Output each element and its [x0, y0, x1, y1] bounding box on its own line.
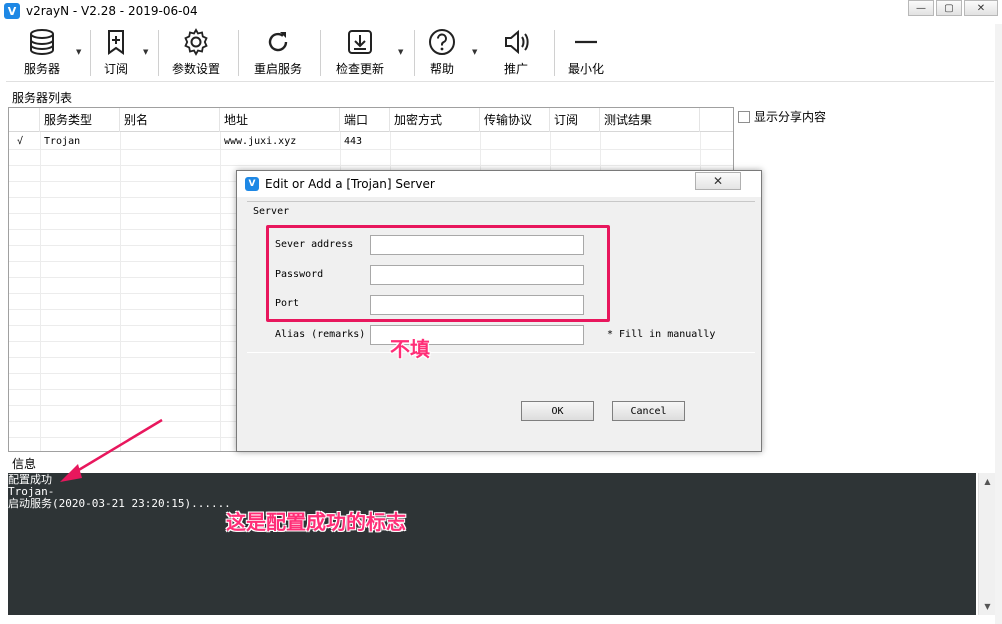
toolbar: 服务器 ▼ 订阅 ▼ 参数设置 重启服务 检查更新 ▼ 帮助 ▼ 推广 最小化	[6, 24, 994, 82]
speaker-icon	[505, 29, 529, 55]
scroll-up-icon[interactable]: ▲	[979, 473, 996, 490]
cell-type: Trojan	[44, 136, 81, 147]
v2rayn-logo-icon: V	[245, 177, 259, 191]
minimize-window-button[interactable]: —	[908, 0, 934, 16]
promote-label: 推广	[503, 62, 528, 76]
restart-service-button[interactable]: 重启服务	[254, 28, 302, 78]
column-header-encryption[interactable]: 加密方式	[390, 108, 480, 132]
column-header-alias[interactable]: 别名	[120, 108, 220, 132]
row-active-check: √	[17, 136, 24, 147]
window-edge	[995, 24, 1002, 624]
database-icon	[30, 29, 54, 56]
cell-encryption	[390, 133, 394, 150]
cell-transport	[480, 133, 484, 150]
grid-line	[40, 132, 41, 451]
column-header-transport[interactable]: 传输协议	[480, 108, 550, 132]
minimize-button[interactable]: 最小化	[568, 28, 604, 78]
window-controls: — ▢ ✕	[906, 0, 998, 16]
bookmark-icon	[108, 30, 124, 55]
scroll-down-icon[interactable]: ▼	[979, 598, 996, 615]
share-content-label: 显示分享内容	[754, 110, 827, 124]
check-update-button[interactable]: 检查更新	[336, 28, 384, 78]
column-header-port[interactable]: 端口	[340, 108, 390, 132]
help-icon	[429, 29, 455, 55]
info-group-label: 信息	[12, 457, 37, 471]
cell-subscription	[550, 133, 554, 150]
grid-line	[220, 132, 221, 451]
settings-button[interactable]: 参数设置	[172, 28, 220, 78]
column-header-subscription[interactable]: 订阅	[550, 108, 600, 132]
server-list-group-label: 服务器列表	[12, 91, 73, 105]
annotation-success-mark: 这是配置成功的标志	[226, 510, 406, 534]
toolbar-separator	[90, 30, 91, 76]
column-header-address[interactable]: 地址	[220, 108, 340, 132]
column-header-test-result[interactable]: 测试结果	[600, 108, 700, 132]
column-header-check[interactable]	[9, 108, 40, 132]
restart-service-label: 重启服务	[254, 62, 303, 76]
highlight-box	[266, 225, 610, 322]
promote-button[interactable]: 推广	[502, 28, 530, 78]
toolbar-separator	[238, 30, 239, 76]
toolbar-separator	[554, 30, 555, 76]
help-dropdown-icon[interactable]: ▼	[472, 48, 477, 56]
cell-test-result	[600, 133, 604, 150]
check-update-label: 检查更新	[336, 62, 385, 76]
log-console[interactable]: 配置成功 Trojan- 启动服务(2020-03-21 23:20:15)..…	[8, 473, 976, 615]
subscription-label: 订阅	[103, 62, 128, 76]
help-label: 帮助	[429, 62, 454, 76]
dialog-close-button[interactable]: ✕	[695, 172, 741, 190]
minimize-icon	[575, 40, 597, 44]
toolbar-separator	[414, 30, 415, 76]
servers-dropdown-icon[interactable]: ▼	[76, 48, 81, 56]
table-row[interactable]: √ Trojan www.juxi.xyz 443	[9, 133, 733, 150]
ok-button[interactable]: OK	[521, 401, 594, 421]
gear-icon	[184, 28, 208, 56]
dialog-title-bar: V Edit or Add a [Trojan] Server ✕	[237, 171, 761, 197]
share-content-checkbox[interactable]	[738, 110, 750, 123]
toolbar-separator	[320, 30, 321, 76]
grid-line	[120, 132, 121, 451]
check-update-dropdown-icon[interactable]: ▼	[398, 48, 403, 56]
console-scrollbar[interactable]: ▲ ▼	[978, 473, 995, 615]
alias-label: Alias (remarks)	[275, 329, 366, 340]
share-content-checkbox-row[interactable]: 显示分享内容	[738, 108, 826, 125]
servers-label: 服务器	[24, 62, 61, 76]
servers-button[interactable]: 服务器	[24, 28, 60, 78]
log-line: 启动服务(2020-03-21 23:20:15)......	[8, 497, 231, 510]
v2rayn-logo-icon: V	[4, 3, 20, 19]
subscription-dropdown-icon[interactable]: ▼	[143, 48, 148, 56]
fill-manually-note: * Fill in manually	[607, 329, 716, 340]
help-button[interactable]: 帮助	[428, 28, 456, 78]
grid-line	[9, 165, 733, 166]
window-title: v2rayN - V2.28 - 2019-06-04	[26, 4, 198, 18]
annotation-no-fill: 不填	[390, 337, 430, 361]
server-list-header: 服务类型 别名 地址 端口 加密方式 传输协议 订阅 测试结果	[9, 108, 733, 132]
cell-address: www.juxi.xyz	[224, 136, 297, 147]
annotation-arrow-icon	[60, 418, 163, 482]
download-icon	[348, 30, 372, 54]
maximize-window-button[interactable]: ▢	[936, 0, 962, 16]
cancel-button[interactable]: Cancel	[612, 401, 685, 421]
subscription-button[interactable]: 订阅	[102, 28, 130, 78]
cell-alias	[120, 133, 124, 150]
minimize-label: 最小化	[568, 62, 605, 76]
column-header-type[interactable]: 服务类型	[40, 108, 120, 132]
toolbar-separator	[158, 30, 159, 76]
refresh-icon	[268, 32, 288, 52]
cell-port: 443	[344, 136, 363, 147]
settings-label: 参数设置	[172, 62, 221, 76]
close-window-button[interactable]: ✕	[964, 0, 998, 16]
title-bar: V v2rayN - V2.28 - 2019-06-04 — ▢ ✕	[0, 0, 1002, 24]
dialog-title: Edit or Add a [Trojan] Server	[265, 177, 435, 191]
server-group-legend: Server	[253, 206, 290, 217]
